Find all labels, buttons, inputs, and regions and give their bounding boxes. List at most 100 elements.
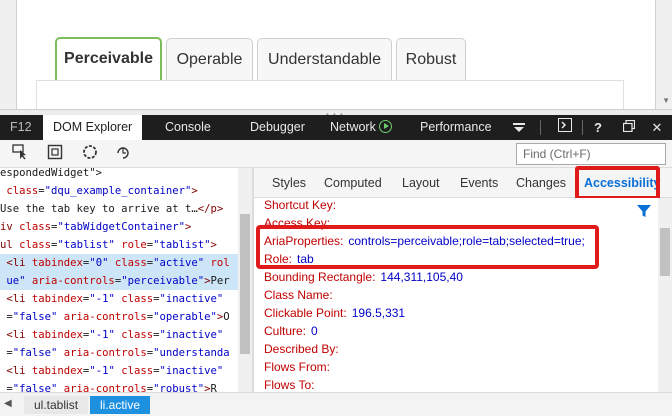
dom-token: tabindex <box>25 293 83 305</box>
tab-console[interactable]: Console <box>165 115 211 140</box>
page-viewport: Perceivable Operable Understandable Robu… <box>0 0 672 110</box>
highlight-box-icon[interactable] <box>45 144 65 164</box>
dom-token: "active" <box>153 257 205 269</box>
dom-node-line[interactable]: <li tabindex="-1" class="inactive" <box>0 290 223 308</box>
dom-token: iv <box>0 221 13 233</box>
dom-token: "operable" <box>153 311 217 323</box>
tab-understandable[interactable]: Understandable <box>257 38 392 82</box>
dom-token: ul <box>0 239 13 251</box>
breadcrumb-item-ul[interactable]: ul.tablist <box>24 396 89 414</box>
select-element-icon[interactable] <box>10 144 30 164</box>
dom-token: <li <box>0 293 26 305</box>
dom-token: "inactive" <box>159 365 224 377</box>
dom-token: = <box>0 347 13 359</box>
tab-debugger[interactable]: Debugger <box>250 115 305 140</box>
dom-node-line[interactable]: ="false" aria-controls="operable">O <box>0 308 230 326</box>
property-row: Flows To: <box>264 376 314 392</box>
dom-token: aria-controls <box>57 383 147 392</box>
console-icon[interactable] <box>555 115 575 140</box>
property-key: Shortcut Key: <box>264 198 337 212</box>
color-picker-icon[interactable] <box>80 144 100 164</box>
dom-scroll-thumb[interactable] <box>240 214 250 354</box>
dom-token: "tablist" <box>57 239 115 251</box>
property-row: Described By: <box>264 340 339 358</box>
dom-token: class <box>12 221 52 233</box>
dom-token: aria-controls <box>25 275 115 287</box>
dom-token: class <box>114 365 154 377</box>
dom-token: "false" <box>12 347 58 359</box>
dom-subtoolbar: Find (Ctrl+F) <box>0 140 672 168</box>
toolbar-separator <box>582 120 583 135</box>
tab-changes[interactable]: Changes <box>516 176 566 190</box>
dom-token: ue" <box>0 275 26 287</box>
dom-token: Use the tab key to arrive at t… <box>0 203 198 215</box>
tab-operable[interactable]: Operable <box>166 38 253 82</box>
dom-token: "-1" <box>89 365 115 377</box>
dom-token: "inactive" <box>159 293 224 305</box>
dom-node-line[interactable]: espondedWidget"> <box>0 168 102 182</box>
dom-token: "-1" <box>89 329 115 341</box>
dom-token: "perceivable" <box>121 275 205 287</box>
dom-token: espondedWidget"> <box>0 168 103 179</box>
dom-token: Per <box>210 275 230 287</box>
tab-perceivable[interactable]: Perceivable <box>55 37 162 82</box>
dom-token: </p> <box>197 203 224 215</box>
dom-token: "robust" <box>153 383 205 392</box>
dom-tree[interactable]: ="false" aria-controls="robust">R <li ta… <box>0 168 252 392</box>
dom-token: > <box>210 239 217 251</box>
dom-token: <li <box>0 365 26 377</box>
tab-computed[interactable]: Computed <box>324 176 382 190</box>
tab-events[interactable]: Events <box>460 176 498 190</box>
property-key: Culture: <box>264 324 307 338</box>
dom-token: tabindex <box>25 329 83 341</box>
dom-node-line[interactable]: ="false" aria-controls="understanda <box>0 344 230 362</box>
dom-scrollbar[interactable] <box>238 168 252 392</box>
f12-label: F12 <box>10 120 32 134</box>
restore-icon[interactable] <box>620 115 638 140</box>
dom-node-line[interactable]: ="false" aria-controls="robust">R <box>0 380 217 392</box>
help-icon[interactable]: ? <box>590 115 606 140</box>
dom-node-line[interactable]: <li tabindex="-1" class="inactive" <box>0 326 223 344</box>
touch-icon[interactable] <box>113 144 133 164</box>
property-row: Class Name: <box>264 286 333 304</box>
dom-token: <li <box>0 329 26 341</box>
property-row: Shortcut Key: <box>264 198 336 214</box>
property-row: Bounding Rectangle: 144,311,105,40 <box>264 268 463 286</box>
properties-scrollbar[interactable] <box>658 198 672 392</box>
chevron-left-icon[interactable]: ◀ <box>4 398 12 409</box>
dom-node-line[interactable]: Use the tab key to arrive at t…</p> <box>0 200 223 218</box>
tab-performance[interactable]: Performance <box>420 115 492 140</box>
close-icon[interactable]: ✕ <box>648 115 666 140</box>
dom-token: O <box>223 311 230 323</box>
dom-token: = <box>0 311 13 323</box>
tab-panel <box>36 80 624 110</box>
dom-token: "tablist" <box>153 239 211 251</box>
scroll-down-icon[interactable]: ▼ <box>662 96 670 105</box>
dom-token: class <box>114 329 154 341</box>
tab-dom-explorer[interactable]: DOM Explorer <box>43 115 143 140</box>
dom-node-line[interactable]: <li tabindex="-1" class="inactive" <box>0 362 223 380</box>
tab-robust[interactable]: Robust <box>396 38 466 82</box>
dom-token: > <box>185 221 192 233</box>
dom-node-line[interactable]: iv class="tabWidgetContainer"> <box>0 218 191 236</box>
tab-styles[interactable]: Styles <box>272 176 306 190</box>
chevron-down-icon[interactable] <box>510 115 528 140</box>
dom-node-line[interactable]: ul class="tablist" role="tablist"> <box>0 236 217 254</box>
find-input[interactable]: Find (Ctrl+F) <box>516 143 666 165</box>
dom-token: tabindex <box>25 257 83 269</box>
dom-token: class <box>12 239 52 251</box>
dom-token: "understanda <box>153 347 230 359</box>
dom-node-line[interactable]: class="dqu_example_container"> <box>0 182 197 200</box>
properties-scroll-thumb[interactable] <box>660 228 670 276</box>
dom-token: "-1" <box>89 293 115 305</box>
breadcrumb-item-li[interactable]: li.active <box>90 396 151 414</box>
dom-node-line[interactable]: <li tabindex="0" class="active" rol <box>0 254 238 272</box>
property-row: Clickable Point: 196.5,331 <box>264 304 405 322</box>
dom-node-line[interactable]: ue" aria-controls="perceivable">Per <box>0 272 238 290</box>
property-key: Flows To: <box>264 378 315 392</box>
page-scrollbar[interactable]: ▼ <box>660 0 672 110</box>
tab-network[interactable]: Network <box>330 115 392 140</box>
tab-layout[interactable]: Layout <box>402 176 440 190</box>
filter-icon[interactable] <box>636 203 652 219</box>
property-key: Clickable Point: <box>264 306 347 320</box>
